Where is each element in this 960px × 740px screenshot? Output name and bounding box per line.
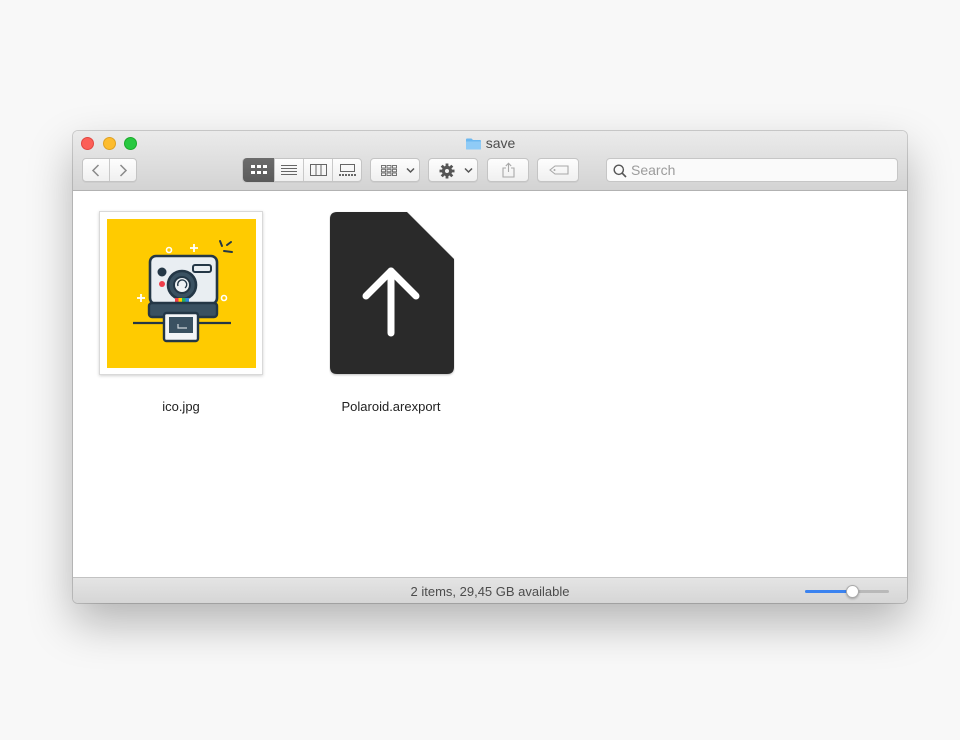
back-forward-group (82, 158, 137, 182)
document-upload-icon (330, 212, 454, 374)
window-title: save (73, 135, 907, 153)
icon-view-button[interactable] (243, 158, 274, 182)
forward-button[interactable] (110, 159, 136, 181)
share-icon (502, 162, 515, 178)
chevron-right-icon (119, 164, 128, 177)
search-icon (613, 164, 627, 178)
slider-knob[interactable] (846, 585, 859, 598)
search-field[interactable] (606, 158, 898, 182)
list-view-button[interactable] (274, 159, 303, 181)
gear-icon (439, 163, 455, 179)
image-thumbnail (99, 211, 263, 375)
polaroid-camera-icon (133, 240, 233, 343)
file-browser-area[interactable]: ico.jpg Polaroid.arexport (73, 191, 907, 577)
gallery-view-icon (339, 164, 356, 176)
column-view-button[interactable] (303, 159, 332, 181)
chevron-left-icon (91, 164, 100, 177)
action-button[interactable] (428, 158, 478, 182)
folder-icon (465, 137, 482, 153)
back-button[interactable] (83, 159, 109, 181)
column-view-icon (310, 164, 327, 176)
list-view-icon (281, 165, 297, 175)
tag-icon (549, 165, 569, 175)
status-text: 2 items, 29,45 GB available (410, 584, 570, 599)
file-name: ico.jpg (162, 399, 200, 414)
share-button[interactable] (487, 158, 529, 182)
window-title-text: save (485, 135, 516, 151)
file-item-ico-jpg[interactable]: ico.jpg (73, 191, 289, 431)
file-name: Polaroid.arexport (341, 399, 441, 414)
gallery-view-button[interactable] (332, 159, 362, 181)
tags-button[interactable] (537, 158, 579, 182)
titlebar[interactable]: save (73, 131, 907, 191)
search-input[interactable] (631, 161, 891, 179)
icon-size-slider[interactable] (805, 585, 891, 598)
group-by-button[interactable] (370, 158, 420, 182)
status-bar: 2 items, 29,45 GB available (73, 577, 907, 603)
finder-window: save Search ico.jpg Polaroid.arexport 2 … (73, 131, 907, 603)
icon-view-icon (251, 165, 267, 174)
file-item-polaroid-arexport[interactable]: Polaroid.arexport (293, 191, 489, 431)
group-by-icon (381, 165, 397, 176)
view-mode-control (242, 158, 362, 182)
chevron-down-icon (406, 167, 415, 174)
chevron-down-icon (464, 167, 473, 174)
